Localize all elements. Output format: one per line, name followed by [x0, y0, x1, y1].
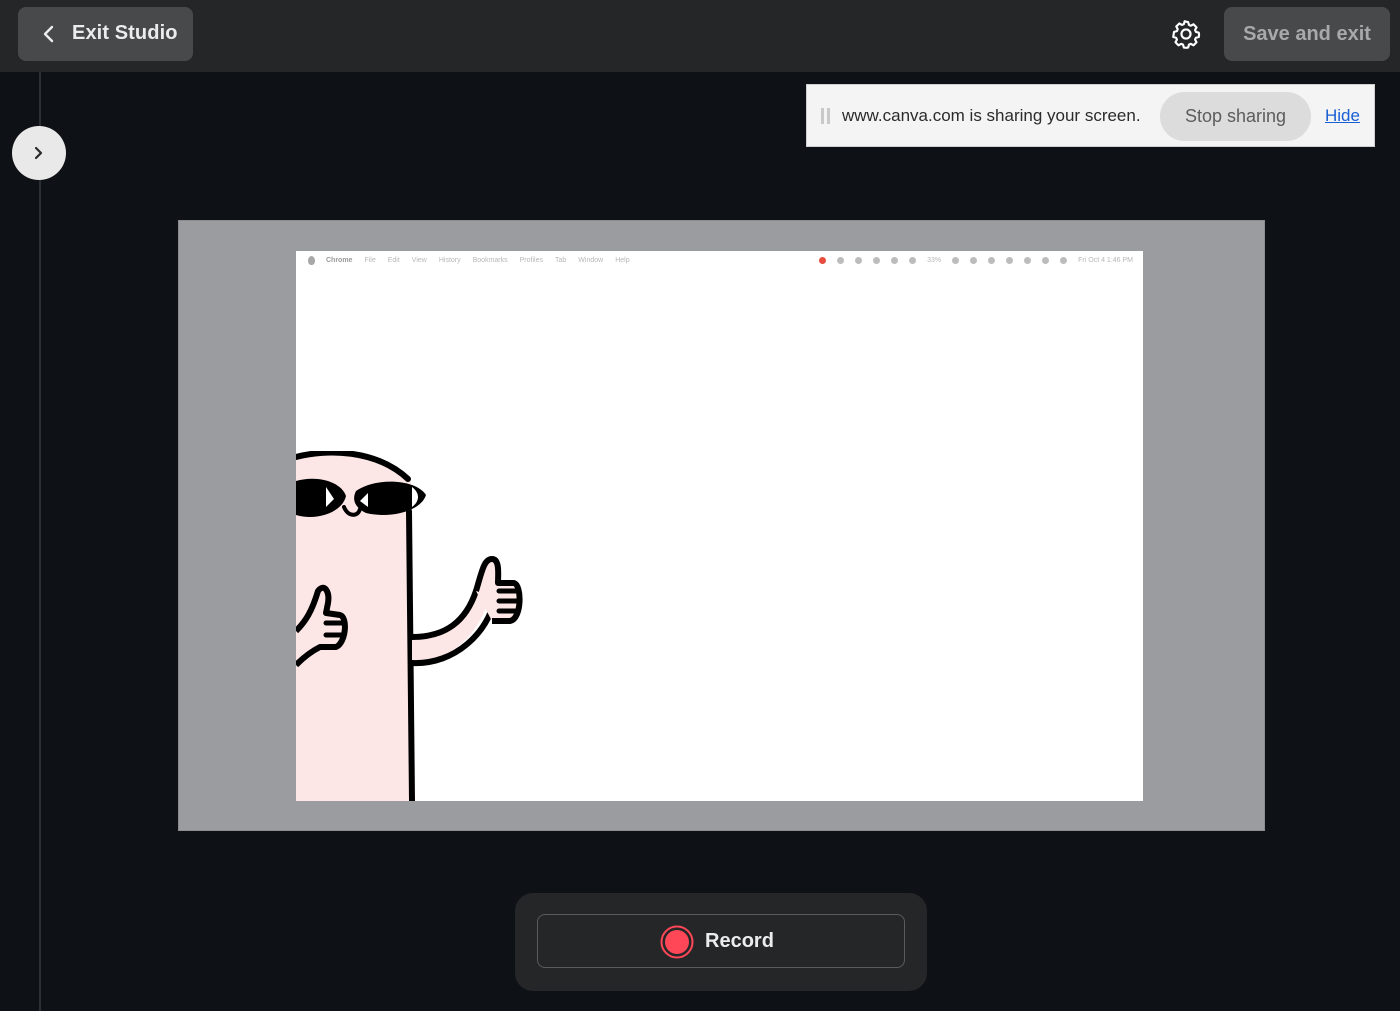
status-icon	[855, 257, 863, 264]
menubar-item: Tab	[554, 257, 567, 264]
status-icon	[1006, 257, 1014, 264]
hide-link[interactable]: Hide	[1325, 106, 1360, 126]
mac-menubar: Chrome File Edit View History Bookmarks …	[296, 251, 1143, 271]
record-icon	[660, 925, 694, 959]
sharing-message: www.canva.com is sharing your screen.	[842, 106, 1141, 125]
battery-percent: 33%	[927, 257, 942, 264]
moon-icon	[909, 257, 917, 264]
bluetooth-icon	[970, 257, 978, 264]
menubar-item: Window	[578, 257, 604, 264]
sidebar-divider	[39, 72, 41, 1011]
character-illustration	[296, 451, 523, 801]
stop-sharing-button[interactable]: Stop sharing	[1160, 92, 1311, 141]
menubar-item: Profiles	[519, 257, 543, 264]
screen-sharing-notification: www.canva.com is sharing your screen. St…	[806, 84, 1375, 147]
recording-indicator-icon	[819, 257, 827, 264]
shared-screen-preview: Chrome File Edit View History Bookmarks …	[296, 251, 1143, 801]
save-and-exit-button[interactable]: Save and exit	[1224, 7, 1390, 61]
preview-stage: Chrome File Edit View History Bookmarks …	[178, 220, 1265, 831]
control-center-icon	[1060, 257, 1068, 264]
top-bar: Exit Studio Save and exit	[0, 0, 1400, 72]
chevron-left-icon	[43, 25, 54, 43]
apple-icon	[308, 256, 315, 265]
exit-studio-button[interactable]: Exit Studio	[18, 7, 193, 61]
menubar-item: Bookmarks	[472, 257, 508, 264]
menubar-app: Chrome	[326, 257, 353, 264]
record-label: Record	[705, 930, 774, 952]
chevron-right-icon	[34, 146, 43, 160]
record-button[interactable]: Record	[537, 914, 905, 968]
menubar-item: View	[411, 257, 427, 264]
status-icon	[1024, 257, 1032, 264]
menubar-menu: Chrome File Edit View History Bookmarks …	[326, 257, 630, 264]
menubar-item: Edit	[387, 257, 400, 264]
menubar-item: Help	[615, 257, 630, 264]
status-icon	[891, 257, 899, 264]
battery-icon	[952, 257, 960, 264]
menubar-datetime: Fri Oct 4 1:46 PM	[1078, 257, 1133, 264]
gear-icon[interactable]	[1170, 18, 1202, 50]
record-panel: Record	[515, 893, 927, 991]
menubar-status: 33% Fri Oct 4 1:46 PM	[819, 257, 1133, 264]
status-icon	[873, 257, 881, 264]
menubar-item: File	[364, 257, 376, 264]
exit-studio-label: Exit Studio	[72, 22, 178, 44]
menubar-item: History	[438, 257, 461, 264]
search-icon	[1042, 257, 1050, 264]
drag-handle-icon[interactable]	[821, 108, 830, 124]
expand-sidebar-button[interactable]	[12, 126, 66, 180]
status-icon	[837, 257, 845, 264]
wifi-icon	[988, 257, 996, 264]
